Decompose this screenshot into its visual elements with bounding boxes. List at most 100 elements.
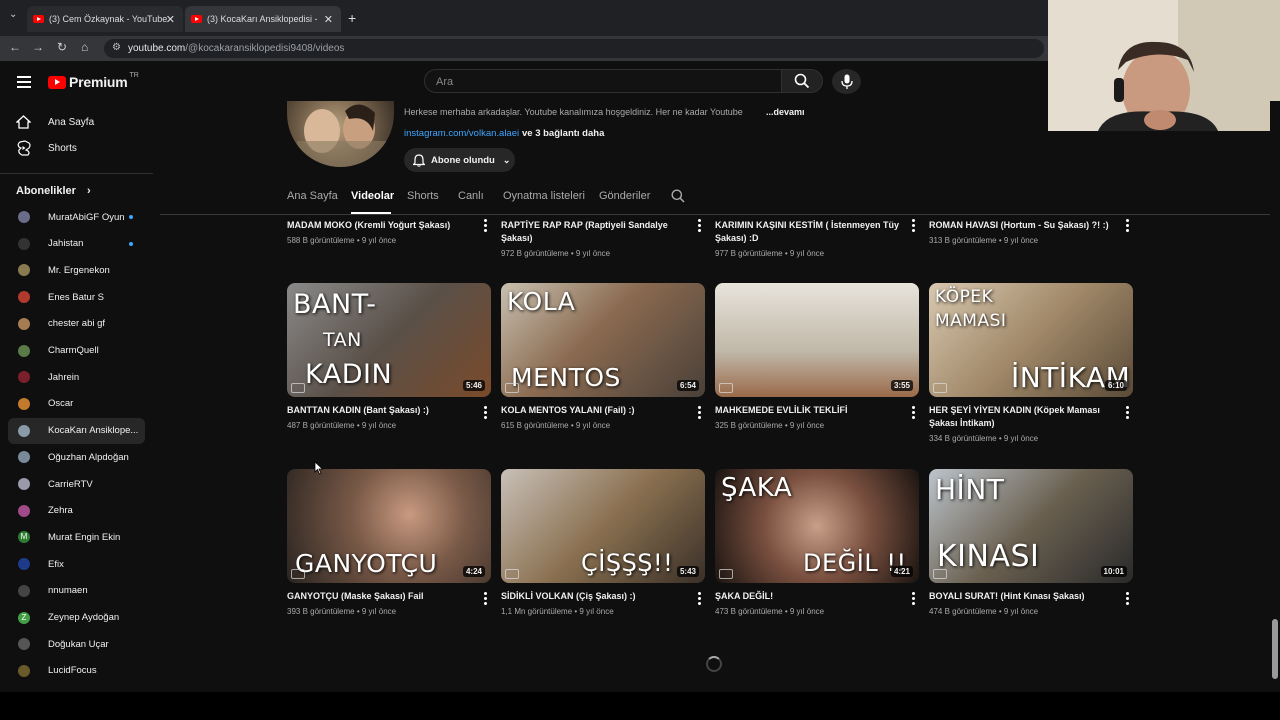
- video-title[interactable]: BANTTAN KADIN (Bant Şakası) :): [287, 404, 473, 417]
- close-tab-2-icon[interactable]: ✕: [324, 13, 333, 26]
- more-actions-icon[interactable]: [698, 219, 701, 234]
- tab-home[interactable]: Ana Sayfa: [287, 190, 338, 202]
- close-tab-1-icon[interactable]: ✕: [166, 13, 175, 26]
- youtube-premium-logo[interactable]: Premium TR: [48, 72, 139, 90]
- sidebar-divider: [0, 173, 153, 174]
- subscription-name: Jahistan: [48, 238, 84, 250]
- tab-list-chevron-icon[interactable]: ⌄: [9, 9, 17, 20]
- video-thumbnail[interactable]: 3:55: [715, 283, 919, 397]
- channel-avatar[interactable]: [287, 101, 394, 167]
- channel-link[interactable]: instagram.com/volkan.alaei: [404, 128, 519, 139]
- more-actions-icon[interactable]: [484, 219, 487, 234]
- tab-videos[interactable]: Videolar: [351, 190, 394, 202]
- video-title[interactable]: RAPTİYE RAP RAP (Raptiyeli Sandalye Şaka…: [501, 219, 687, 245]
- tab-posts[interactable]: Gönderiler: [599, 190, 650, 202]
- more-actions-icon[interactable]: [484, 592, 487, 607]
- video-card[interactable]: KOLA MENTOS 6:54 KOLA MENTOS YALANI (Fail) …: [501, 283, 705, 430]
- subscribed-button[interactable]: Abone olundu ⌄: [404, 148, 515, 172]
- more-actions-icon[interactable]: [912, 406, 915, 421]
- subscription-item[interactable]: nnumaen: [8, 578, 145, 604]
- video-card[interactable]: ŞAKA DEĞİL !! 4:21 ŞAKA DEĞİL! 473 B görüntü…: [715, 469, 919, 616]
- subscription-item[interactable]: Enes Batur S: [8, 284, 145, 310]
- channel-search-icon[interactable]: [671, 189, 685, 203]
- subscription-item[interactable]: Oscar: [8, 391, 145, 417]
- video-thumbnail[interactable]: HİNT KINASI 10:01: [929, 469, 1133, 583]
- video-card[interactable]: HİNT KINASI 10:01 BOYALI SURAT! (Hint Kınas…: [929, 469, 1133, 616]
- video-card[interactable]: ROMAN HAVASI (Hortum - Su Şakası) ?! :) 3…: [929, 212, 1133, 245]
- video-thumbnail[interactable]: BANT- TAN KADIN 5:46: [287, 283, 491, 397]
- voice-search-button[interactable]: [832, 69, 861, 94]
- video-title[interactable]: KARIMIN KAŞINI KESTİM ( İstenmeyen Tüy Ş…: [715, 219, 901, 245]
- subscription-name: LucidFocus: [48, 665, 97, 677]
- video-title[interactable]: KOLA MENTOS YALANI (Fail) :): [501, 404, 687, 417]
- video-thumbnail[interactable]: ŞAKA DEĞİL !! 4:21: [715, 469, 919, 583]
- more-actions-icon[interactable]: [698, 592, 701, 607]
- subscription-item[interactable]: Mr. Ergenekon: [8, 257, 145, 283]
- subscription-item[interactable]: Jahrein: [8, 364, 145, 390]
- subscription-item[interactable]: LucidFocus: [8, 658, 145, 684]
- back-icon[interactable]: ←: [9, 40, 21, 54]
- description-more-link[interactable]: ...devamı: [766, 107, 805, 117]
- video-meta: 615 B görüntüleme • 9 yıl önce: [501, 421, 611, 430]
- sidebar-item-home[interactable]: Ana Sayfa: [0, 109, 153, 135]
- subscriptions-heading[interactable]: Abonelikler ›: [16, 185, 91, 197]
- browser-tab-1[interactable]: (3) Cem Özkaynak - YouTube ✕: [27, 6, 183, 32]
- video-thumbnail[interactable]: KOLA MENTOS 6:54: [501, 283, 705, 397]
- video-title[interactable]: MAHKEMEDE EVLİLİK TEKLİFİ: [715, 404, 901, 417]
- subscription-item[interactable]: Efix: [8, 551, 145, 577]
- subscription-item[interactable]: Zehra: [8, 498, 145, 524]
- scrollbar-thumb[interactable]: [1272, 619, 1278, 679]
- video-title[interactable]: SİDİKLİ VOLKAN (Çiş Şakası) :): [501, 590, 687, 603]
- video-thumbnail[interactable]: KÖPEK MAMASI İNTİKAM 6:10: [929, 283, 1133, 397]
- forward-icon[interactable]: →: [32, 40, 44, 54]
- subscription-item[interactable]: CarrieRTV: [8, 471, 145, 497]
- channel-more-links[interactable]: ve 3 bağlantı daha: [522, 128, 604, 139]
- new-tab-icon[interactable]: +: [348, 10, 356, 26]
- tab-shorts[interactable]: Shorts: [407, 190, 439, 202]
- home-browser-icon[interactable]: ⌂: [81, 40, 88, 54]
- subscription-item[interactable]: Jahistan: [8, 231, 145, 257]
- video-title[interactable]: MADAM MOKO (Kremli Yoğurt Şakası): [287, 219, 473, 232]
- subscription-item[interactable]: chester abi gf: [8, 311, 145, 337]
- video-title[interactable]: ŞAKA DEĞİL!: [715, 590, 901, 603]
- browser-tab-2[interactable]: (3) KocaKarı Ansiklopedisi - Yo ✕: [185, 6, 341, 32]
- video-card[interactable]: ÇİŞŞŞ!! 5:43 SİDİKLİ VOLKAN (Çiş Şakası) :…: [501, 469, 705, 616]
- video-card[interactable]: 3:55 MAHKEMEDE EVLİLİK TEKLİFİ 325 B görün…: [715, 283, 919, 430]
- subscription-item[interactable]: Z Zeynep Aydoğan: [8, 605, 145, 631]
- search-input[interactable]: [434, 75, 738, 89]
- video-title[interactable]: ROMAN HAVASI (Hortum - Su Şakası) ?! :): [929, 219, 1115, 232]
- video-card[interactable]: KARIMIN KAŞINI KESTİM ( İstenmeyen Tüy Ş…: [715, 212, 919, 258]
- reload-icon[interactable]: ↻: [57, 40, 67, 54]
- tab-live[interactable]: Canlı: [458, 190, 484, 202]
- subscription-item[interactable]: Doğukan Uçar: [8, 631, 145, 657]
- menu-icon[interactable]: [17, 76, 31, 91]
- video-thumbnail[interactable]: ÇİŞŞŞ!! 5:43: [501, 469, 705, 583]
- video-card[interactable]: KÖPEK MAMASI İNTİKAM 6:10 HER ŞEYİ YİYEN KAD…: [929, 283, 1133, 443]
- search-button[interactable]: [781, 69, 823, 93]
- video-thumbnail[interactable]: GANYOTÇU 4:24: [287, 469, 491, 583]
- tab-playlists[interactable]: Oynatma listeleri: [503, 190, 585, 202]
- more-actions-icon[interactable]: [484, 406, 487, 421]
- subscription-item[interactable]: CharmQuell: [8, 338, 145, 364]
- more-actions-icon[interactable]: [1126, 406, 1129, 421]
- subscription-item[interactable]: KocaKarı Ansiklope...: [8, 417, 145, 444]
- subscription-item[interactable]: M Murat Engin Ekin: [8, 524, 145, 550]
- video-title[interactable]: HER ŞEYİ YİYEN KADIN (Köpek Maması Şakas…: [929, 404, 1115, 430]
- more-actions-icon[interactable]: [912, 592, 915, 607]
- subscription-item[interactable]: Oğuzhan Alpdoğan: [8, 444, 145, 470]
- video-card[interactable]: RAPTİYE RAP RAP (Raptiyeli Sandalye Şaka…: [501, 212, 705, 258]
- video-title[interactable]: BOYALI SURAT! (Hint Kınası Şakası): [929, 590, 1115, 603]
- video-card[interactable]: GANYOTÇU 4:24 GANYOTÇU (Maske Şakası) Fail…: [287, 469, 491, 616]
- site-info-icon[interactable]: ⚙: [112, 42, 121, 53]
- video-card[interactable]: BANT- TAN KADIN 5:46 BANTTAN KADIN (Bant Şak…: [287, 283, 491, 430]
- more-actions-icon[interactable]: [1126, 592, 1129, 607]
- video-title[interactable]: GANYOTÇU (Maske Şakası) Fail: [287, 590, 473, 603]
- sidebar-item-shorts[interactable]: Shorts: [0, 135, 153, 161]
- more-actions-icon[interactable]: [698, 406, 701, 421]
- more-actions-icon[interactable]: [912, 219, 915, 234]
- more-actions-icon[interactable]: [1126, 219, 1129, 234]
- subscription-item[interactable]: MuratAbiGF Oyun: [8, 204, 145, 230]
- url-field[interactable]: ⚙ youtube.com/@kocakaransiklopedisi9408/…: [104, 39, 1044, 58]
- page-scrollbar[interactable]: [1270, 101, 1280, 691]
- video-card[interactable]: MADAM MOKO (Kremli Yoğurt Şakası) 588 B g…: [287, 212, 491, 245]
